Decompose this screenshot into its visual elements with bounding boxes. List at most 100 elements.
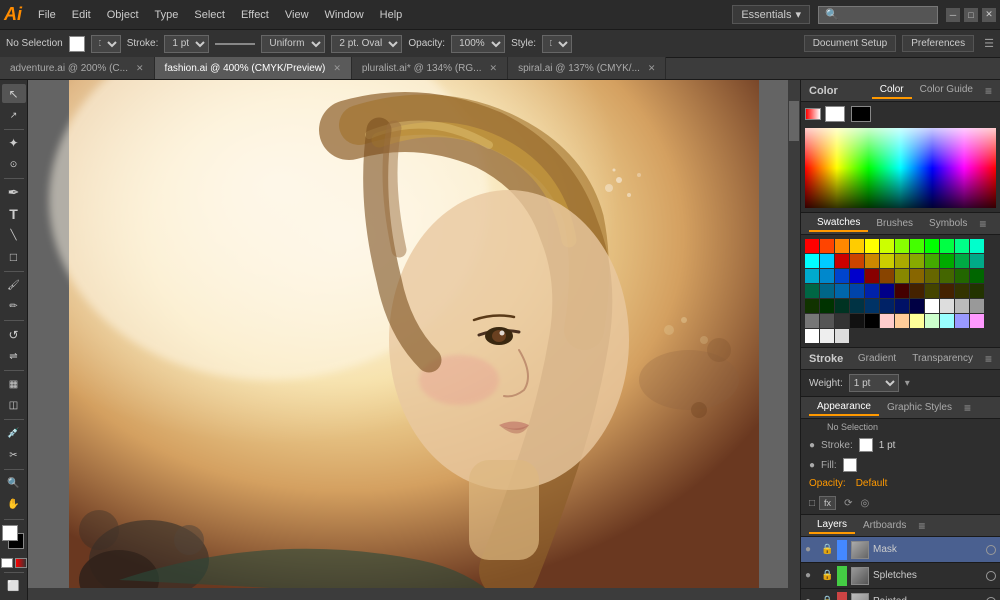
brush-type-select[interactable]: Uniform <box>261 35 325 53</box>
swatch-item[interactable] <box>895 284 909 298</box>
menu-view[interactable]: View <box>277 7 317 23</box>
layer-spletches[interactable]: ● 🔒 Spletches <box>801 563 1000 589</box>
pencil-tool[interactable]: ✏ <box>2 297 26 316</box>
swatch-item[interactable] <box>925 269 939 283</box>
swatch-item[interactable] <box>820 299 834 313</box>
color-guide-tab[interactable]: Color Guide <box>912 82 981 99</box>
options-menu-icon[interactable]: ☰ <box>984 37 994 50</box>
swatches-panel-menu[interactable]: ≡ <box>979 217 986 231</box>
swatch-item[interactable] <box>970 299 984 313</box>
painted-target-icon[interactable] <box>986 597 996 600</box>
swatch-item[interactable] <box>835 269 849 283</box>
swatch-item[interactable] <box>850 269 864 283</box>
swatch-item[interactable] <box>895 269 909 283</box>
swatch-item[interactable] <box>850 299 864 313</box>
swatch-item[interactable] <box>895 299 909 313</box>
swatch-item[interactable] <box>850 254 864 268</box>
fill-swatch[interactable] <box>69 36 85 52</box>
swatch-item[interactable] <box>955 299 969 313</box>
pluralist-tab-close[interactable]: ✕ <box>490 63 498 74</box>
line-tool[interactable]: ╲ <box>2 226 26 245</box>
horizontal-scrollbar[interactable] <box>28 588 788 600</box>
swatch-item[interactable] <box>940 299 954 313</box>
swatch-item[interactable] <box>880 299 894 313</box>
magic-wand-tool[interactable]: ✦ <box>2 134 26 153</box>
fill-appear-swatch[interactable] <box>843 458 857 472</box>
swatch-item[interactable] <box>895 239 909 253</box>
search-input[interactable] <box>818 6 938 24</box>
fashion-tab-close[interactable]: ✕ <box>333 63 341 74</box>
menu-help[interactable]: Help <box>372 7 411 23</box>
swatch-item[interactable] <box>955 284 969 298</box>
mask-eye-icon[interactable]: ● <box>805 544 817 555</box>
layers-panel-menu[interactable]: ≡ <box>918 519 925 533</box>
swatch-item[interactable] <box>850 239 864 253</box>
fg-color-display[interactable] <box>825 106 845 122</box>
color-panel-menu[interactable]: ≡ <box>985 84 992 98</box>
opacity-select[interactable]: 100% <box>451 35 505 53</box>
stroke-visibility-icon[interactable]: ● <box>809 440 815 451</box>
mask-target-icon[interactable] <box>986 545 996 555</box>
gradient-tool[interactable]: ◫ <box>2 396 26 415</box>
fx-button[interactable]: fx <box>819 496 836 510</box>
swatch-item[interactable] <box>805 239 819 253</box>
preferences-button[interactable]: Preferences <box>902 35 974 52</box>
swatch-item[interactable] <box>910 299 924 313</box>
swatch-item[interactable] <box>880 284 894 298</box>
menu-effect[interactable]: Effect <box>233 7 277 23</box>
stroke-weight-arrow[interactable]: ▾ <box>905 378 910 389</box>
eyedropper-tool[interactable]: 💉 <box>2 424 26 443</box>
rotate-tool[interactable]: ↺ <box>2 325 26 344</box>
color-tab[interactable]: Color <box>872 82 912 99</box>
appearance-panel-menu[interactable]: ≡ <box>964 401 971 415</box>
bg-color-display[interactable] <box>851 106 871 122</box>
swatch-item[interactable] <box>820 254 834 268</box>
graph-tool[interactable]: ▦ <box>2 375 26 394</box>
swatch-item[interactable] <box>910 254 924 268</box>
stroke-weight-select[interactable]: 1 pt <box>164 35 209 53</box>
swatch-item[interactable] <box>970 239 984 253</box>
swatch-item[interactable] <box>820 314 834 328</box>
adventure-tab-close[interactable]: ✕ <box>136 63 144 74</box>
swatch-item[interactable] <box>925 284 939 298</box>
swatch-item[interactable] <box>880 314 894 328</box>
swatch-item[interactable] <box>910 284 924 298</box>
zoom-tool[interactable]: 🔍 <box>2 474 26 493</box>
graphic-styles-tab[interactable]: Graphic Styles <box>879 400 960 415</box>
select-tool[interactable]: ↖ <box>2 84 26 103</box>
stroke-appear-swatch[interactable] <box>859 438 873 452</box>
canvas-area[interactable] <box>28 80 800 600</box>
swatch-item[interactable] <box>940 284 954 298</box>
swatch-item[interactable] <box>835 329 849 343</box>
fg-color-swatch[interactable] <box>2 525 18 541</box>
swatch-item[interactable] <box>955 239 969 253</box>
menu-edit[interactable]: Edit <box>64 7 99 23</box>
swatch-item[interactable] <box>880 239 894 253</box>
menu-type[interactable]: Type <box>147 7 187 23</box>
layer-mask[interactable]: ● 🔒 Mask <box>801 537 1000 563</box>
gradient-tab[interactable]: Gradient <box>850 351 904 366</box>
essentials-button[interactable]: Essentials ▾ <box>732 5 810 24</box>
swatch-item[interactable] <box>865 284 879 298</box>
adventure-tab[interactable]: adventure.ai @ 200% (C... ✕ <box>0 57 155 79</box>
swatch-item[interactable] <box>865 299 879 313</box>
swatch-item[interactable] <box>970 269 984 283</box>
symbols-tab[interactable]: Symbols <box>921 216 975 231</box>
swatch-item[interactable] <box>835 254 849 268</box>
color-gradient-picker[interactable] <box>805 128 996 208</box>
vertical-scrollbar[interactable] <box>788 80 800 600</box>
direct-select-tool[interactable]: ↗ <box>2 105 26 124</box>
swatch-item[interactable] <box>835 284 849 298</box>
painted-eye-icon[interactable]: ● <box>805 596 817 600</box>
normal-mode-icon[interactable] <box>1 558 13 568</box>
swatch-item[interactable] <box>940 254 954 268</box>
pluralist-tab[interactable]: pluralist.ai* @ 134% (RG... ✕ <box>352 57 508 79</box>
swatch-item[interactable] <box>805 329 819 343</box>
spletches-lock-icon[interactable]: 🔒 <box>821 570 833 581</box>
swatch-item[interactable] <box>865 269 879 283</box>
swatch-item[interactable] <box>970 254 984 268</box>
swatch-item[interactable] <box>865 239 879 253</box>
spiral-tab[interactable]: spiral.ai @ 137% (CMYK/... ✕ <box>508 57 666 79</box>
stroke-select[interactable]: □ <box>91 35 121 53</box>
stroke-panel-menu[interactable]: ≡ <box>985 352 992 366</box>
